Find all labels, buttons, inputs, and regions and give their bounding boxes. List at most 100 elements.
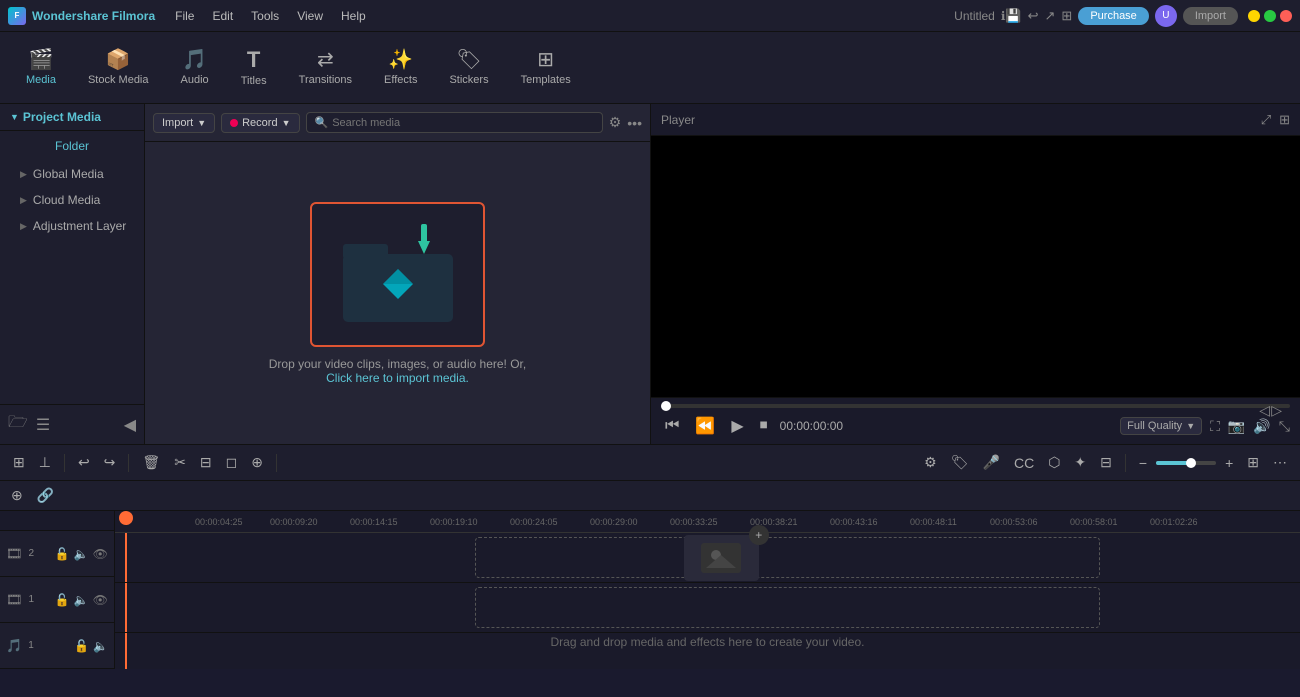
toolbar-stickers[interactable]: 🏷 Stickers: [435, 44, 502, 92]
toolbar-effects[interactable]: ✨ Effects: [370, 44, 431, 92]
magnet-button[interactable]: ⊥: [34, 451, 56, 474]
second-timeline-toolbar: ⊕ 🔗: [0, 481, 1300, 511]
save-icon[interactable]: 💾: [1005, 8, 1021, 24]
frame-back-button[interactable]: ⏪: [691, 414, 719, 438]
stickers-label: Stickers: [449, 74, 488, 86]
tryit-button[interactable]: Import: [1183, 7, 1238, 25]
track-2-mute-icon[interactable]: 🔈: [74, 547, 89, 561]
cut-button[interactable]: ✂: [169, 451, 191, 474]
link-button[interactable]: 🔗: [32, 484, 59, 507]
progress-bar[interactable]: ◁ ▷: [661, 404, 1290, 408]
sidebar-item-adjustment-layer[interactable]: ▶ Adjustment Layer: [0, 213, 144, 239]
crop-icon[interactable]: ⤡: [1279, 418, 1290, 435]
snap-button[interactable]: ⚙: [919, 451, 942, 474]
import-button[interactable]: Import ▼: [153, 113, 215, 133]
scene-button[interactable]: ⬡: [1043, 451, 1065, 474]
track-2-unlock-icon[interactable]: 🔓: [55, 547, 70, 561]
close-button[interactable]: [1280, 10, 1292, 22]
split-button[interactable]: ⊟: [195, 451, 217, 474]
collapse-arrow[interactable]: ▼: [10, 112, 19, 122]
toolbar-titles[interactable]: T Titles: [227, 43, 281, 93]
zoom-thumb[interactable]: [1186, 458, 1196, 468]
timeline-body: 🎞 2 🔓 🔈 👁 🎞 1 🔓 🔈 👁 🎵 1: [0, 511, 1300, 669]
next-frame-icon[interactable]: ▷: [1271, 402, 1282, 419]
ruler-mark-6: 00:00:29:00: [590, 517, 638, 527]
zoom-slider[interactable]: [1156, 461, 1216, 465]
prev-frame-icon[interactable]: ◁: [1259, 402, 1270, 419]
track-1-unlock-icon[interactable]: 🔓: [55, 593, 70, 607]
menu-view[interactable]: View: [289, 7, 331, 25]
search-input[interactable]: [332, 117, 594, 129]
undo-icon[interactable]: ↩: [1028, 8, 1039, 24]
video-track-2-area[interactable]: +: [115, 533, 1300, 583]
zoom-in-button[interactable]: +: [1220, 452, 1238, 474]
new-folder-icon[interactable]: 🗁: [8, 411, 28, 438]
settings-icon[interactable]: ⊞: [1279, 112, 1290, 128]
cc-button[interactable]: CC: [1009, 452, 1039, 474]
toolbar-audio[interactable]: 🎵 Audio: [167, 44, 223, 92]
menu-file[interactable]: File: [167, 7, 202, 25]
skip-back-button[interactable]: ⏮: [661, 415, 683, 437]
video-track-2-icon: 🎞: [6, 546, 23, 562]
media-drop-zone[interactable]: Drop your video clips, images, or audio …: [145, 142, 650, 444]
track-1-visible-icon[interactable]: 👁: [93, 593, 108, 607]
media-toolbar: Import ▼ Record ▼ 🔍 ⚙ •••: [145, 104, 650, 142]
crop-button[interactable]: ◻: [221, 451, 243, 474]
track-2-visible-icon[interactable]: 👁: [93, 547, 108, 561]
timeline-layout-button[interactable]: ⊞: [8, 451, 30, 474]
grid-icon[interactable]: ⊞: [1061, 8, 1072, 24]
track-1-mute-icon[interactable]: 🔈: [74, 593, 89, 607]
sidebar-item-cloud-media[interactable]: ▶ Cloud Media: [0, 187, 144, 213]
mic-button[interactable]: 🎤: [978, 451, 1005, 474]
avatar[interactable]: U: [1155, 5, 1177, 27]
menu-tools[interactable]: Tools: [243, 7, 287, 25]
toolbar-stock-media[interactable]: 📦 Stock Media: [74, 44, 163, 92]
toolbar-transitions[interactable]: ⇄ Transitions: [285, 44, 366, 92]
pip-button[interactable]: ⊟: [1095, 451, 1117, 474]
more-options-button[interactable]: ⊞: [1242, 451, 1264, 474]
stop-button[interactable]: ⏹: [756, 415, 772, 437]
minimize-button[interactable]: [1248, 10, 1260, 22]
ai-button[interactable]: ✦: [1069, 451, 1091, 474]
delete-button[interactable]: 🗑: [137, 451, 165, 474]
playhead-marker[interactable]: [119, 511, 133, 525]
sidebar-item-global-media[interactable]: ▶ Global Media: [0, 161, 144, 187]
filter-icon[interactable]: ⚙: [609, 114, 622, 131]
audio-label: Audio: [181, 74, 209, 86]
purchase-button[interactable]: Purchase: [1078, 7, 1148, 25]
mark-button[interactable]: 🏷: [946, 451, 974, 474]
drop-link[interactable]: Click here to import media.: [326, 371, 469, 385]
search-box[interactable]: 🔍: [306, 112, 603, 133]
collapse-panel-icon[interactable]: ◀: [124, 415, 136, 435]
audio-1-mute-icon[interactable]: 🔈: [93, 639, 108, 653]
track-1-drop-zone[interactable]: [475, 587, 1100, 628]
quality-select[interactable]: Full Quality ▼: [1120, 417, 1202, 435]
share-icon[interactable]: ↗: [1045, 8, 1056, 24]
menu-help[interactable]: Help: [333, 7, 374, 25]
undo-button[interactable]: ↩: [73, 451, 95, 474]
play-button[interactable]: ▶: [727, 414, 747, 438]
add-track-button[interactable]: ⊕: [6, 484, 28, 507]
volume-icon[interactable]: 🔊: [1253, 418, 1270, 435]
player-row: ⏮ ⏪ ▶ ⏹ 00:00:00:00 Full Quality ▼ ⛶ 📷 🔊…: [661, 414, 1290, 438]
record-button[interactable]: Record ▼: [221, 113, 299, 133]
menu-edit[interactable]: Edit: [204, 7, 241, 25]
list-icon[interactable]: ☰: [36, 415, 50, 435]
snapshot-icon[interactable]: 📷: [1228, 418, 1245, 435]
maximize-button[interactable]: [1264, 10, 1276, 22]
transform-button[interactable]: ⊕: [246, 451, 268, 474]
expand-timeline-button[interactable]: ⋯: [1268, 451, 1292, 474]
toolbar-templates[interactable]: ⊞ Templates: [507, 44, 585, 92]
redo-button[interactable]: ↪: [99, 451, 121, 474]
fullscreen-icon[interactable]: ⛶: [1210, 418, 1220, 435]
zoom-out-button[interactable]: −: [1134, 452, 1152, 474]
more-icon[interactable]: •••: [627, 115, 642, 131]
record-chevron: ▼: [282, 118, 291, 128]
track-header-1: 🎞 1 🔓 🔈 👁: [0, 577, 114, 623]
track-2-drop-zone[interactable]: [475, 537, 1100, 578]
progress-thumb[interactable]: [661, 401, 671, 411]
expand-icon[interactable]: ⤢: [1261, 112, 1271, 128]
audio-1-unlock-icon[interactable]: 🔓: [74, 639, 89, 653]
toolbar-media[interactable]: 🎬 Media: [12, 44, 70, 92]
folder-item[interactable]: Folder: [0, 131, 144, 161]
